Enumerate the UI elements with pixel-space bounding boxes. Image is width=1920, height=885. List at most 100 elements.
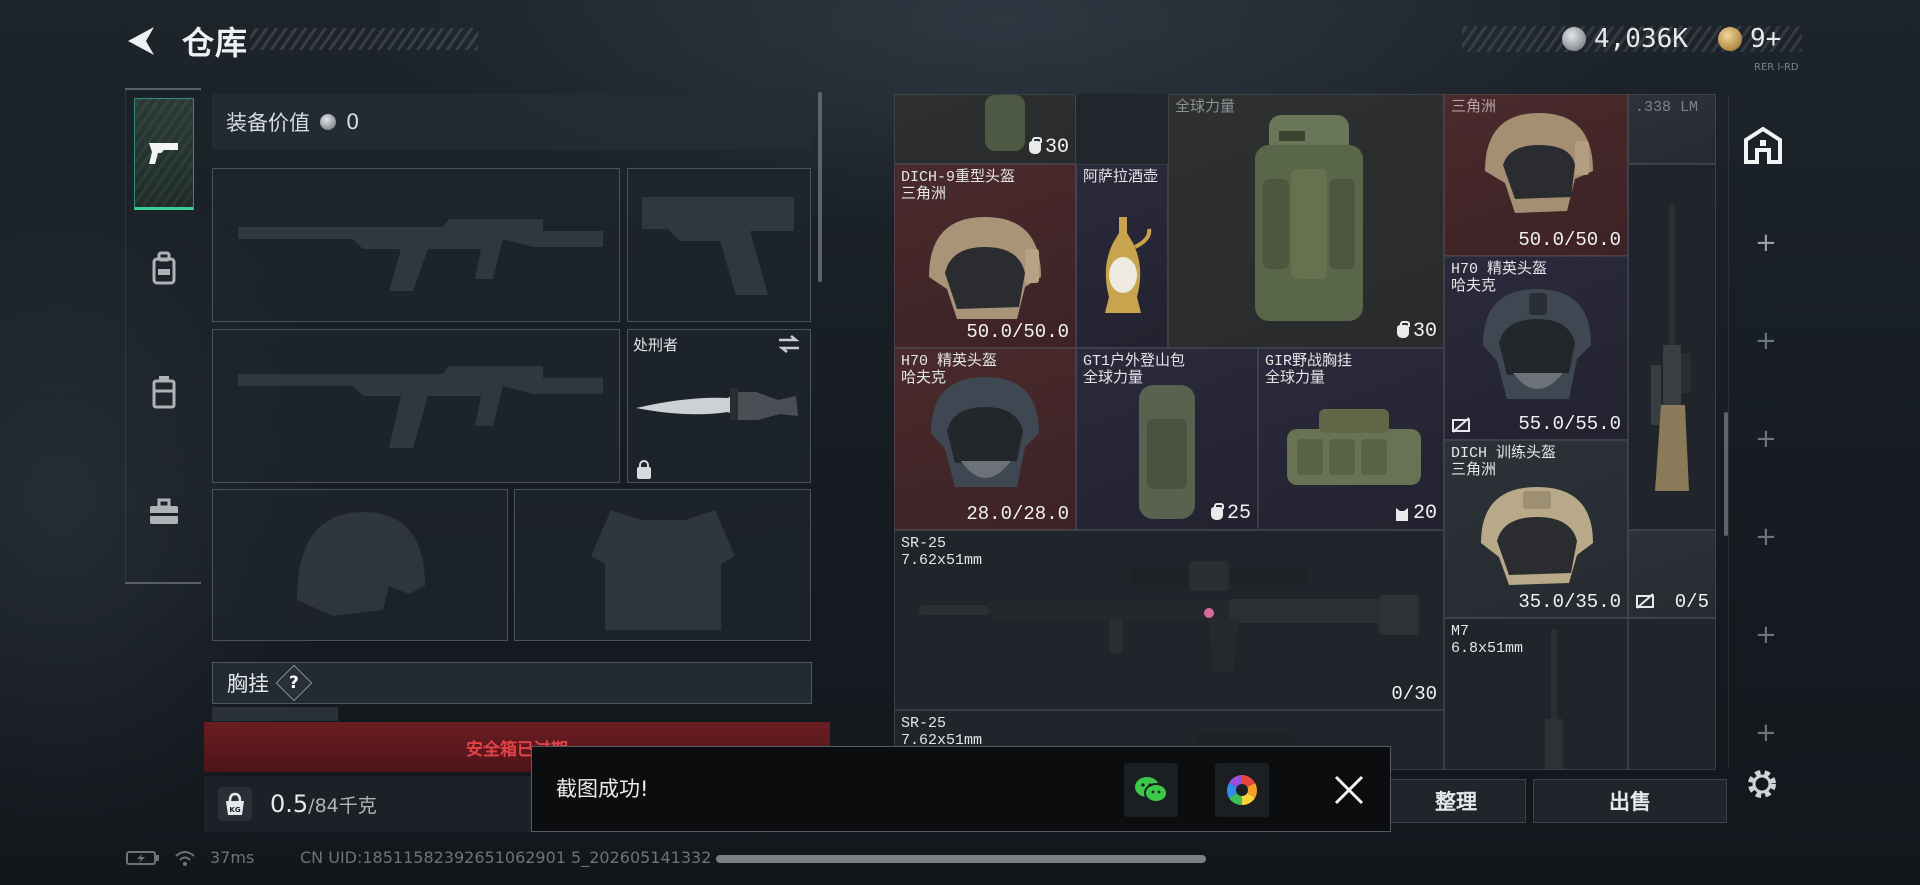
item-name: 阿萨拉酒壶 (1083, 169, 1159, 186)
stash-empty-cell[interactable] (1628, 618, 1716, 770)
rifle-image (919, 561, 1419, 671)
no-insurance-icon (1452, 417, 1470, 433)
warehouse-icon[interactable] (1743, 126, 1783, 164)
stash-item-ammo-338[interactable]: .338 LM (1628, 94, 1716, 164)
slot-primary-weapon-2[interactable] (212, 329, 620, 483)
toast-message: 截图成功! (556, 777, 649, 801)
item-title: DICH 训练头盔 (1451, 445, 1557, 462)
stash-item-flask[interactable]: 阿萨拉酒壶 (1076, 164, 1168, 348)
page-title: 仓库 (182, 24, 249, 62)
back-button[interactable] (120, 22, 162, 60)
stash-item-h70-right[interactable]: H70 精英头盔 哈夫克 55.0/55.0 (1444, 256, 1628, 440)
sort-button[interactable]: 整理 (1386, 779, 1526, 823)
stash-item-helmet-top-right[interactable]: 三角洲 50.0/50.0 (1444, 94, 1628, 256)
item-title: M7 (1451, 623, 1470, 640)
rifle-silhouette-icon (238, 366, 603, 448)
item-title: GT1户外登山包 (1083, 353, 1186, 370)
add-page-icon[interactable]: + (1755, 718, 1777, 748)
stash-item-big-backpack[interactable]: 全球力量 30 (1168, 94, 1444, 348)
home-indicator[interactable] (716, 855, 1206, 863)
close-icon[interactable] (1332, 773, 1366, 807)
slot-primary-weapon-1[interactable] (212, 168, 620, 322)
wechat-icon (1135, 777, 1168, 803)
settings-gear-icon[interactable] (1744, 766, 1780, 802)
pistol-silhouette-icon (642, 197, 794, 295)
chest-rig-label: 胸挂 (227, 672, 269, 696)
help-icon[interactable]: ? (275, 664, 313, 702)
stash-page-rail: + + + + + + (1728, 94, 1794, 770)
add-page-icon[interactable]: + (1755, 424, 1777, 454)
item-count: 25 (1210, 502, 1251, 525)
item-ammo: 0/30 (1391, 683, 1437, 705)
item-title: GIR野战胸挂 (1265, 353, 1353, 370)
slot-armor[interactable] (514, 489, 811, 641)
chest-rig-bar[interactable]: 胸挂 ? (212, 662, 812, 704)
currency-gold[interactable]: 9+ (1718, 24, 1781, 54)
item-brand: 全球力量 (1175, 99, 1236, 116)
stash-item-dich-train[interactable]: DICH 训练头盔 三角洲 35.0/35.0 (1444, 440, 1628, 618)
weight-max: /84千克 (308, 795, 377, 817)
item-durability: 55.0/55.0 (1518, 413, 1621, 435)
stash-item-m7[interactable]: M7 6.8x51mm (1444, 618, 1628, 770)
gold-amount: 9+ (1750, 24, 1782, 54)
item-count: 30 (1028, 136, 1069, 159)
count-value: 20 (1412, 502, 1437, 525)
backpack-image (1139, 385, 1195, 519)
gallery-save-button[interactable] (1215, 763, 1269, 817)
rifle-vertical-image (1545, 629, 1563, 769)
item-title: H70 精英头盔 (1451, 261, 1548, 278)
rifle-image (1195, 733, 1295, 743)
photos-icon (1226, 775, 1258, 806)
item-count: 0/5 (1674, 591, 1709, 613)
helmet-image (931, 377, 1039, 487)
flask-image (1105, 217, 1152, 313)
slot-pistol[interactable] (627, 168, 811, 322)
rig-icon (152, 376, 176, 409)
tab-weapons[interactable] (134, 98, 194, 210)
stash-item-backpack-top[interactable]: 30 (894, 94, 1076, 164)
no-insurance-icon (1636, 593, 1654, 609)
item-name: SR-25 7.62x51mm (901, 715, 982, 749)
rig-count-icon (1395, 507, 1408, 521)
chest-rig-slot[interactable] (212, 707, 338, 721)
item-title: DICH-9重型头盔 (901, 169, 1016, 186)
helmet-silhouette-icon (297, 512, 425, 616)
sell-button[interactable]: 出售 (1533, 779, 1727, 823)
stash-item-h70-left[interactable]: H70 精英头盔 哈夫克 28.0/28.0 (894, 348, 1076, 530)
silver-coin-icon (320, 114, 336, 130)
stash-item-gir[interactable]: GIR野战胸挂 全球力量 20 (1258, 348, 1444, 530)
weight-bar: KG 0.5/84千克 (204, 776, 534, 832)
wechat-share-button[interactable] (1124, 763, 1178, 817)
weight-badge: KG (229, 806, 240, 814)
stash-item-sr25-a[interactable]: SR-25 7.62x51mm 0/30 (894, 530, 1444, 710)
add-page-icon[interactable]: + (1755, 228, 1777, 258)
battery-icon (126, 850, 159, 865)
melee-name: 处刑者 (633, 336, 679, 354)
tab-toolbox[interactable] (134, 456, 194, 568)
chest-rig-image (1287, 409, 1421, 485)
item-name: .338 LM (1635, 99, 1699, 116)
currency-silver[interactable]: 4,036K (1562, 24, 1688, 54)
helmet-image (929, 217, 1041, 319)
loadout-scrollbar[interactable] (818, 92, 822, 282)
helmet-image (1483, 289, 1591, 399)
stash-grid[interactable]: 30 全球力量 30 三角洲 50.0/50.0 .338 LM DICH-9重… (894, 94, 1716, 770)
tab-rig[interactable] (134, 336, 194, 448)
backpack-icon (1210, 503, 1224, 520)
item-durability: 35.0/35.0 (1518, 591, 1621, 613)
stash-item-ammo-count[interactable]: 0/5 (1628, 530, 1716, 618)
slot-helmet[interactable] (212, 489, 508, 641)
stash-item-gt1[interactable]: GT1户外登山包 全球力量 25 (1076, 348, 1258, 530)
item-brand: 全球力量 (1265, 370, 1326, 387)
swap-icon[interactable] (776, 334, 802, 354)
add-page-icon[interactable]: + (1755, 326, 1777, 356)
stash-item-dich9[interactable]: DICH-9重型头盔 三角洲 50.0/50.0 (894, 164, 1076, 348)
stash-item-sniper-vertical[interactable] (1628, 164, 1716, 530)
add-page-icon[interactable]: + (1755, 522, 1777, 552)
tab-backpack[interactable] (134, 212, 194, 324)
add-page-icon[interactable]: + (1755, 620, 1777, 650)
helmet-image (1481, 487, 1593, 585)
wifi-icon (175, 850, 195, 866)
item-count: 30 (1396, 320, 1437, 343)
stash-scrollbar[interactable] (1724, 412, 1728, 536)
